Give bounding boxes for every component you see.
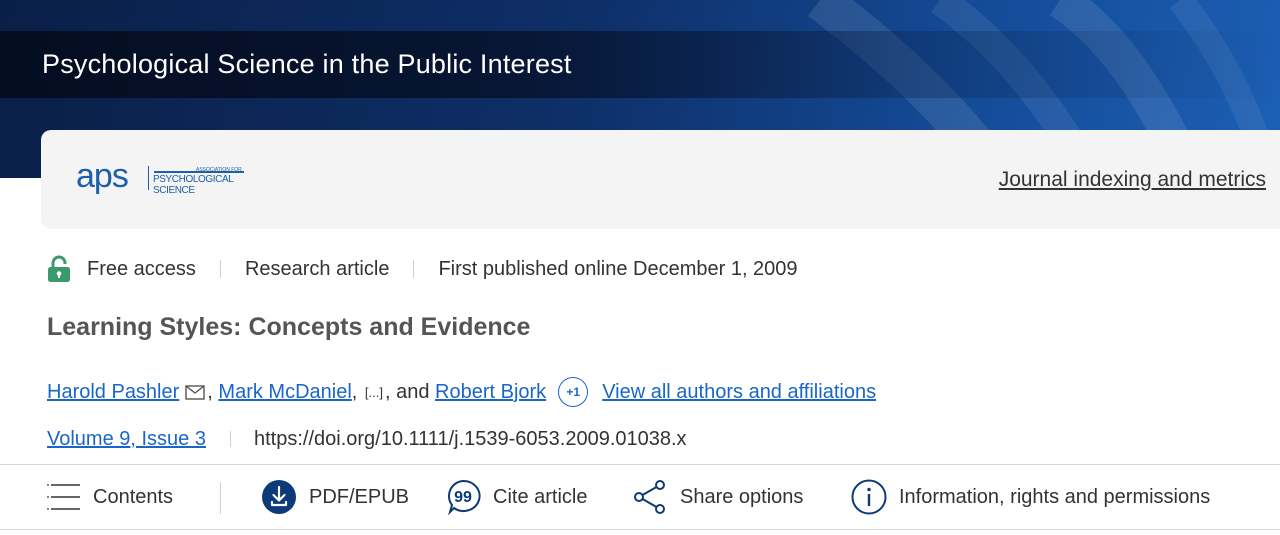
view-all-authors-link[interactable]: View all authors and affiliations (602, 381, 876, 404)
article-title: Learning Styles: Concepts and Evidence (47, 313, 531, 341)
aps-logo[interactable]: aps ASSOCIATION FOR PSYCHOLOGICAL SCIENC… (76, 157, 256, 197)
quote-icon: 99 (448, 479, 481, 515)
publish-date: First published online December 1, 2009 (438, 257, 798, 280)
author-link[interactable]: Mark McDaniel (218, 381, 351, 404)
pdf-epub-button[interactable]: PDF/EPUB (261, 465, 409, 529)
article-toolbar: Contents PDF/EPUB 99 Cite article Share … (0, 464, 1280, 530)
authors-ellipsis[interactable]: [...] (365, 385, 383, 400)
share-icon (634, 480, 665, 514)
pdf-epub-label: PDF/EPUB (309, 485, 410, 508)
menu-icon (47, 484, 80, 510)
volume-issue-link[interactable]: Volume 9, Issue 3 (47, 428, 206, 451)
author-list: Harold Pashler , Mark McDaniel , [...] ,… (47, 377, 876, 407)
mail-icon[interactable] (185, 384, 205, 400)
toolbar-divider (220, 482, 221, 514)
share-options-label: Share options (680, 485, 804, 508)
author-separator: , (351, 380, 363, 403)
download-icon (262, 480, 296, 514)
lock-icon (48, 255, 70, 282)
author-link[interactable]: Harold Pashler (47, 381, 179, 404)
journal-indexing-link[interactable]: Journal indexing and metrics (999, 168, 1266, 192)
logo-divider (148, 166, 149, 190)
logo-subtext-bottom: PSYCHOLOGICAL SCIENCE (153, 174, 234, 196)
author-separator: , (207, 380, 219, 403)
doi-text[interactable]: https://doi.org/10.1111/j.1539-6053.2009… (254, 428, 687, 451)
article-type: Research article (244, 257, 390, 280)
contents-label: Contents (93, 485, 174, 508)
more-authors-badge[interactable]: +1 (558, 377, 589, 407)
logo-text: aps (76, 157, 129, 195)
information-rights-button[interactable]: Information, rights and permissions (851, 465, 1210, 529)
access-label: Free access (87, 257, 196, 280)
journal-title[interactable]: Psychological Science in the Public Inte… (42, 49, 572, 80)
logo-subtext-top: ASSOCIATION FOR (196, 167, 242, 173)
cite-article-label: Cite article (493, 485, 588, 508)
cite-article-button[interactable]: 99 Cite article (445, 465, 587, 529)
share-options-button[interactable]: Share options (632, 465, 803, 529)
volume-doi-row: Volume 9, Issue 3 https://doi.org/10.111… (47, 424, 687, 454)
volume-divider (229, 431, 231, 447)
author-conjunction: and (396, 380, 430, 403)
contents-button[interactable]: Contents (47, 465, 173, 529)
svg-text:99: 99 (454, 489, 472, 506)
meta-divider (413, 260, 415, 278)
meta-divider (219, 260, 221, 278)
information-rights-label: Information, rights and permissions (899, 485, 1211, 508)
author-link[interactable]: Robert Bjork (435, 381, 546, 404)
author-separator: , (384, 380, 397, 403)
article-meta-row: Free access Research article First publi… (47, 254, 798, 284)
info-icon (851, 479, 887, 515)
